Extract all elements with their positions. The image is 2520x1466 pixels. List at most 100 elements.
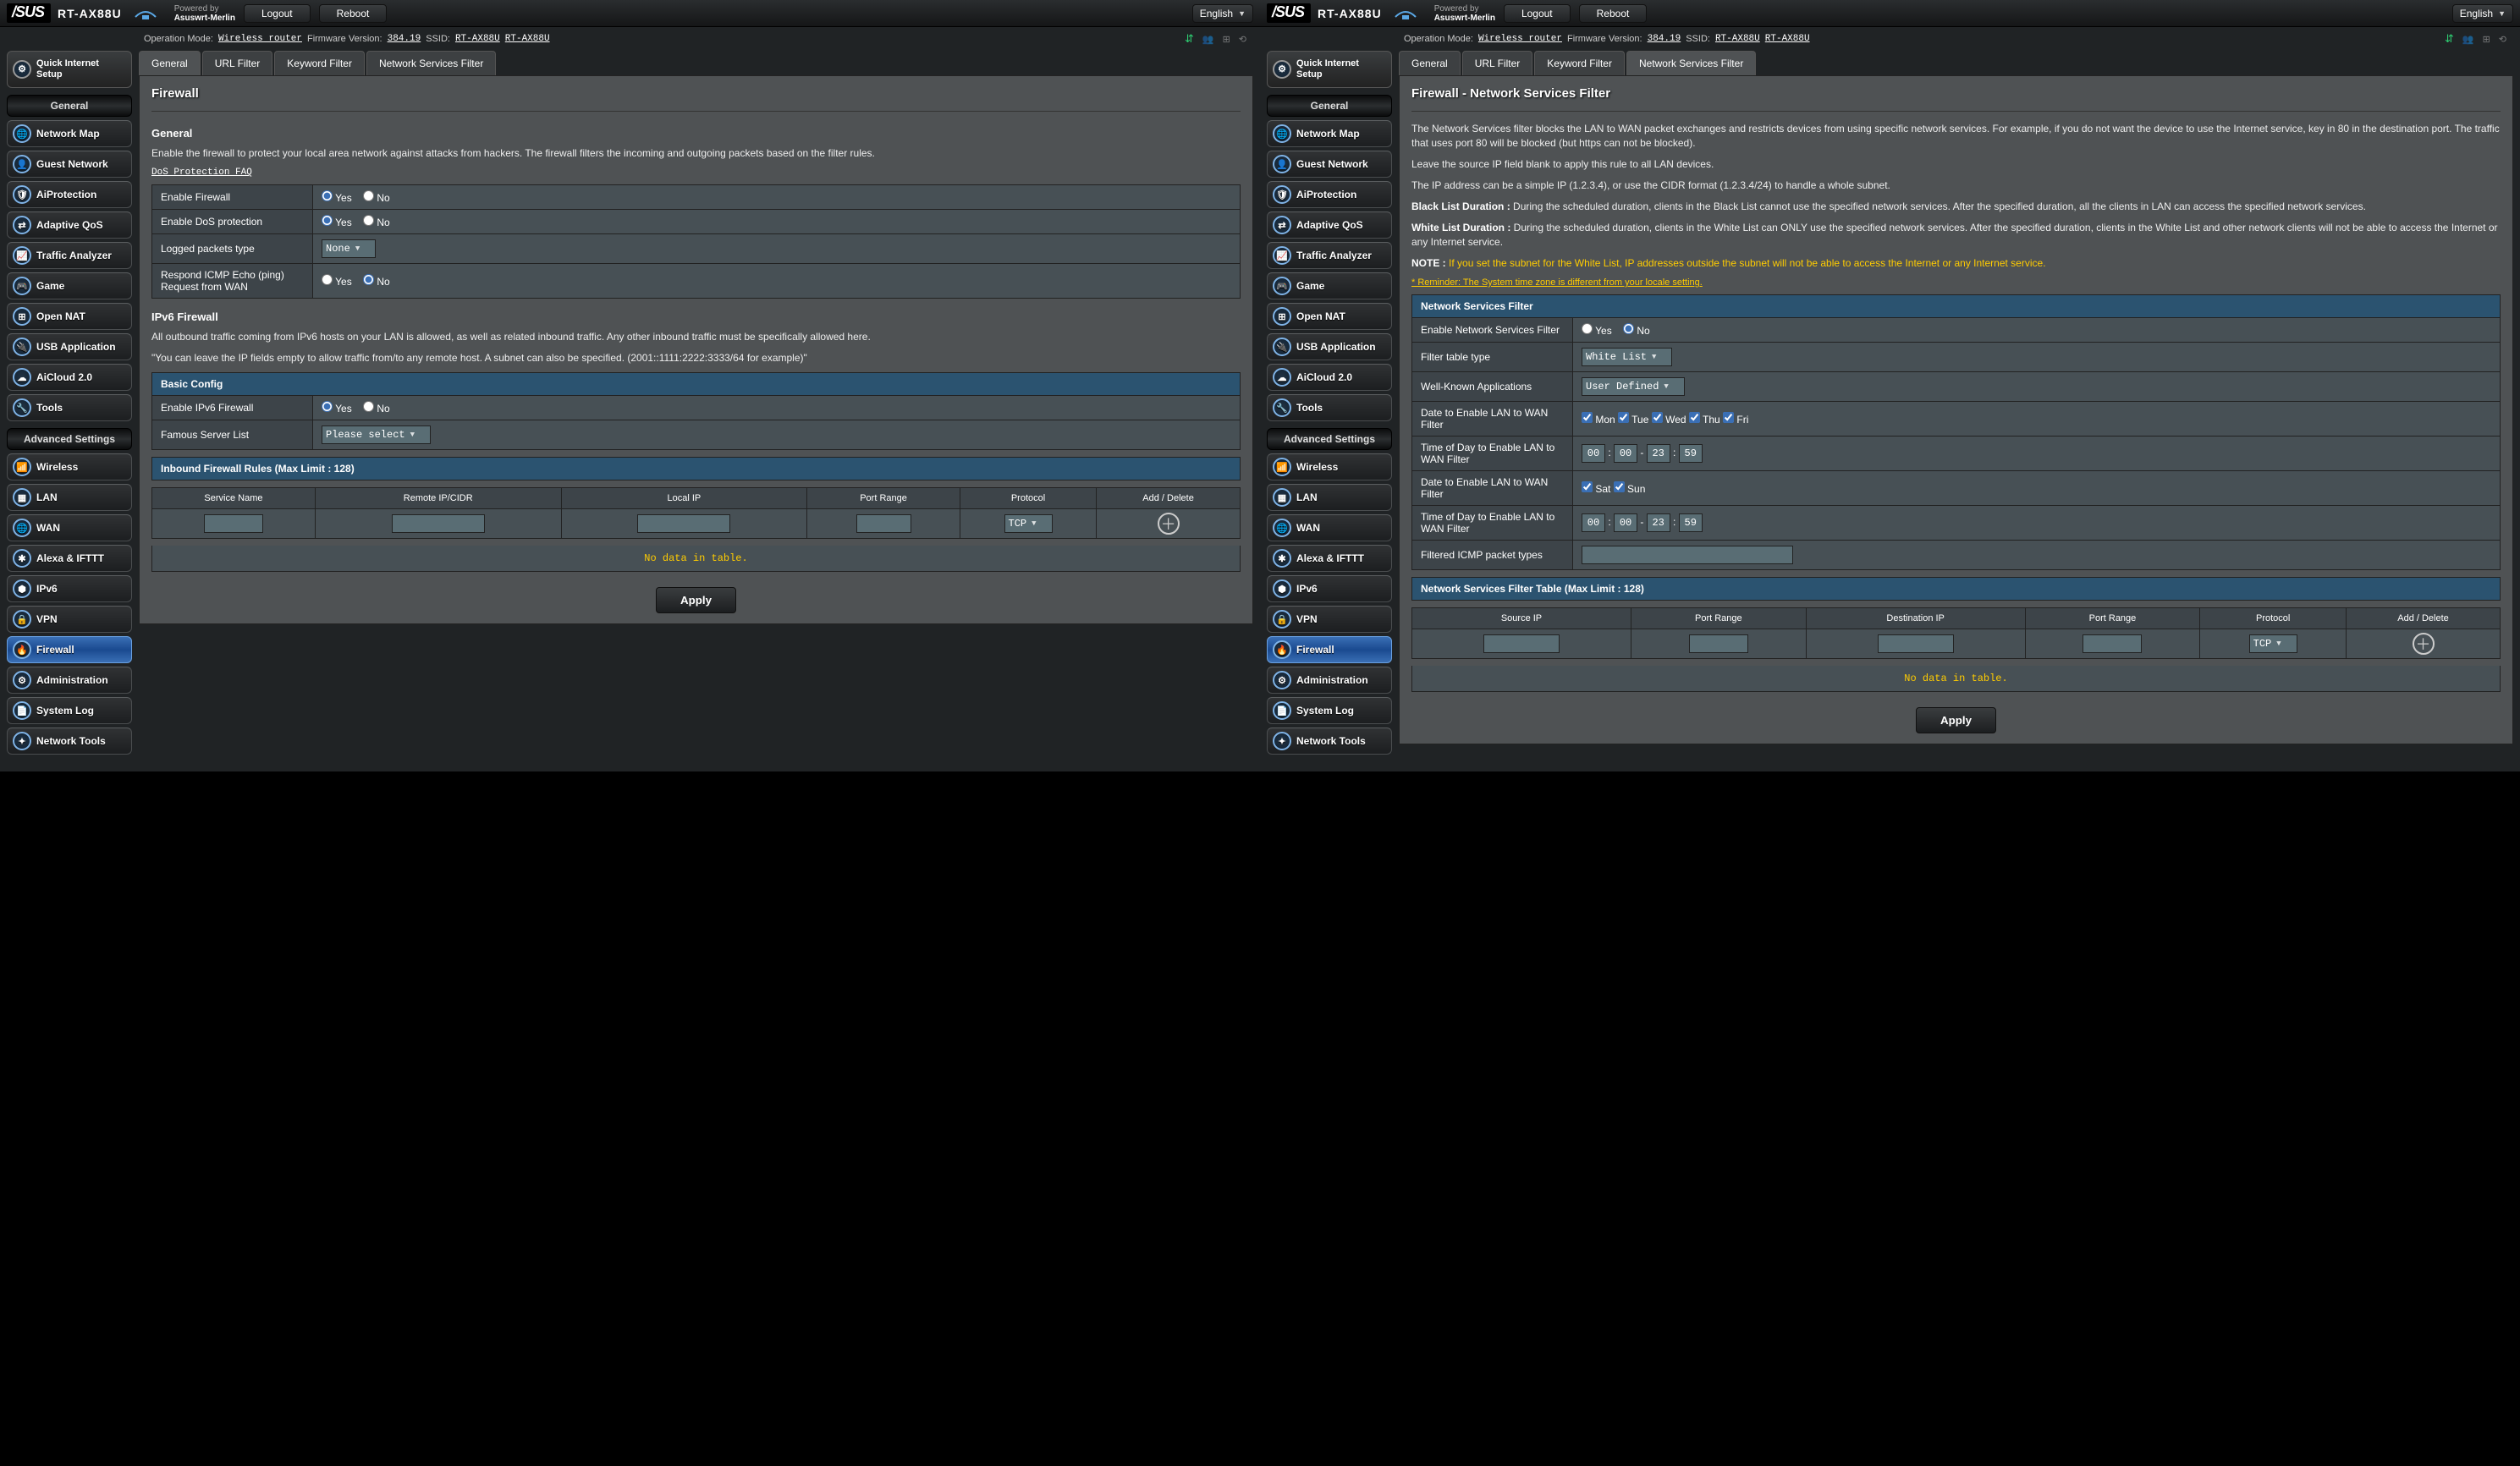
sidebar-item-ipv6[interactable]: ⬢IPv6	[1267, 575, 1392, 602]
reboot-button[interactable]: Reboot	[1579, 4, 1648, 23]
enable-nsf-no[interactable]: No	[1623, 325, 1650, 337]
logged-packets-select[interactable]: None▼	[322, 239, 376, 258]
time2-end-m[interactable]	[1679, 513, 1703, 532]
tab-general[interactable]: General	[139, 51, 201, 75]
sidebar-item-ipv6[interactable]: ⬢IPv6	[7, 575, 132, 602]
enable-dos-no[interactable]: No	[363, 217, 390, 228]
sidebar-item-firewall[interactable]: 🔥Firewall	[7, 636, 132, 663]
famous-server-select[interactable]: Please select▼	[322, 426, 431, 444]
sidebar-item-vpn[interactable]: 🔒VPN	[1267, 606, 1392, 633]
tab-keyword-filter[interactable]: Keyword Filter	[1534, 51, 1625, 75]
time2-start-m[interactable]	[1614, 513, 1637, 532]
cb-fri[interactable]: Fri	[1723, 414, 1748, 426]
cb-tue[interactable]: Tue	[1618, 414, 1648, 426]
source-ip-input[interactable]	[1483, 634, 1560, 653]
sidebar-item-wireless[interactable]: 📶Wireless	[7, 453, 132, 480]
enable-firewall-yes[interactable]: Yes	[322, 192, 352, 204]
sidebar-item-network-map[interactable]: 🌐Network Map	[1267, 120, 1392, 147]
logout-button[interactable]: Logout	[244, 4, 311, 23]
time2-start-h[interactable]	[1582, 513, 1605, 532]
sidebar-item-aicloud[interactable]: ☁AiCloud 2.0	[7, 364, 132, 391]
sidebar-item-administration[interactable]: ⚙Administration	[1267, 667, 1392, 694]
cb-sun[interactable]: Sun	[1614, 483, 1646, 495]
well-known-apps-select[interactable]: User Defined▼	[1582, 377, 1685, 396]
firmware-link[interactable]: 384.19	[1648, 34, 1681, 44]
sidebar-item-alexa-ifttt[interactable]: ✱Alexa & IFTTT	[7, 545, 132, 572]
enable-firewall-no[interactable]: No	[363, 192, 390, 204]
filtered-icmp-input[interactable]	[1582, 546, 1793, 564]
quick-internet-setup-button[interactable]: ⚙ Quick Internet Setup	[1267, 51, 1392, 88]
cb-sat[interactable]: Sat	[1582, 483, 1610, 495]
sidebar-item-traffic-analyzer[interactable]: 📈Traffic Analyzer	[1267, 242, 1392, 269]
sidebar-item-network-tools[interactable]: ✦Network Tools	[7, 728, 132, 755]
add-filter-button[interactable]: ＋	[2413, 633, 2435, 655]
tab-network-services-filter[interactable]: Network Services Filter	[366, 51, 496, 75]
ssid-link-1[interactable]: RT-AX88U	[455, 34, 500, 44]
sidebar-item-open-nat[interactable]: ⊞Open NAT	[1267, 303, 1392, 330]
sidebar-item-network-map[interactable]: 🌐Network Map	[7, 120, 132, 147]
dos-faq-link[interactable]: DoS Protection FAQ	[151, 167, 1241, 178]
sidebar-item-game[interactable]: 🎮Game	[7, 272, 132, 299]
protocol-select[interactable]: TCP▼	[1004, 514, 1053, 533]
sidebar-item-game[interactable]: 🎮Game	[1267, 272, 1392, 299]
ssid-link-2[interactable]: RT-AX88U	[505, 34, 550, 44]
enable-ipv6fw-no[interactable]: No	[363, 403, 390, 415]
sidebar-item-open-nat[interactable]: ⊞Open NAT	[7, 303, 132, 330]
sidebar-item-aiprotection[interactable]: 🛡AiProtection	[7, 181, 132, 208]
firmware-link[interactable]: 384.19	[388, 34, 421, 44]
sidebar-item-vpn[interactable]: 🔒VPN	[7, 606, 132, 633]
sidebar-item-guest-network[interactable]: 👤Guest Network	[1267, 151, 1392, 178]
service-name-input[interactable]	[204, 514, 263, 533]
opmode-link[interactable]: Wireless router	[218, 34, 302, 44]
ssid-link-1[interactable]: RT-AX88U	[1715, 34, 1760, 44]
time1-start-m[interactable]	[1614, 444, 1637, 463]
icmp-echo-yes[interactable]: Yes	[322, 276, 352, 288]
icmp-echo-no[interactable]: No	[363, 276, 390, 288]
reboot-button[interactable]: Reboot	[319, 4, 388, 23]
enable-ipv6fw-yes[interactable]: Yes	[322, 403, 352, 415]
timezone-reminder-link[interactable]: * Reminder: The System time zone is diff…	[1411, 277, 2501, 288]
sidebar-item-system-log[interactable]: 📄System Log	[1267, 697, 1392, 724]
sidebar-item-tools[interactable]: 🔧Tools	[7, 394, 132, 421]
port-range-2-input[interactable]	[2083, 634, 2142, 653]
add-rule-button[interactable]: ＋	[1158, 513, 1180, 535]
enable-nsf-yes[interactable]: Yes	[1582, 325, 1612, 337]
time1-end-h[interactable]	[1647, 444, 1670, 463]
protocol-select[interactable]: TCP▼	[2249, 634, 2297, 653]
filter-type-select[interactable]: White List▼	[1582, 348, 1672, 366]
tab-url-filter[interactable]: URL Filter	[202, 51, 273, 75]
sidebar-item-usb-application[interactable]: 🔌USB Application	[7, 333, 132, 360]
tab-general[interactable]: General	[1399, 51, 1461, 75]
sidebar-item-network-tools[interactable]: ✦Network Tools	[1267, 728, 1392, 755]
sidebar-item-wan[interactable]: 🌐WAN	[7, 514, 132, 541]
cb-wed[interactable]: Wed	[1652, 414, 1686, 426]
dest-ip-input[interactable]	[1878, 634, 1954, 653]
sidebar-item-adaptive-qos[interactable]: ⇄Adaptive QoS	[7, 211, 132, 239]
sidebar-item-guest-network[interactable]: 👤Guest Network	[7, 151, 132, 178]
sidebar-item-alexa-ifttt[interactable]: ✱Alexa & IFTTT	[1267, 545, 1392, 572]
sidebar-item-firewall[interactable]: 🔥Firewall	[1267, 636, 1392, 663]
sidebar-item-traffic-analyzer[interactable]: 📈Traffic Analyzer	[7, 242, 132, 269]
time1-start-h[interactable]	[1582, 444, 1605, 463]
sidebar-item-usb-application[interactable]: 🔌USB Application	[1267, 333, 1392, 360]
sidebar-item-wan[interactable]: 🌐WAN	[1267, 514, 1392, 541]
sidebar-item-adaptive-qos[interactable]: ⇄Adaptive QoS	[1267, 211, 1392, 239]
sidebar-item-tools[interactable]: 🔧Tools	[1267, 394, 1392, 421]
port-range-input[interactable]	[856, 514, 911, 533]
sidebar-item-system-log[interactable]: 📄System Log	[7, 697, 132, 724]
apply-button[interactable]: Apply	[656, 587, 736, 613]
local-ip-input[interactable]	[637, 514, 730, 533]
time1-end-m[interactable]	[1679, 444, 1703, 463]
logout-button[interactable]: Logout	[1504, 4, 1571, 23]
sidebar-item-aicloud[interactable]: ☁AiCloud 2.0	[1267, 364, 1392, 391]
sidebar-item-wireless[interactable]: 📶Wireless	[1267, 453, 1392, 480]
enable-dos-yes[interactable]: Yes	[322, 217, 352, 228]
cb-thu[interactable]: Thu	[1689, 414, 1720, 426]
sidebar-item-lan[interactable]: ▦LAN	[7, 484, 132, 511]
language-select[interactable]: English▼	[1192, 4, 1253, 23]
cb-mon[interactable]: Mon	[1582, 414, 1615, 426]
time2-end-h[interactable]	[1647, 513, 1670, 532]
sidebar-item-lan[interactable]: ▦LAN	[1267, 484, 1392, 511]
opmode-link[interactable]: Wireless router	[1478, 34, 1562, 44]
tab-url-filter[interactable]: URL Filter	[1462, 51, 1533, 75]
